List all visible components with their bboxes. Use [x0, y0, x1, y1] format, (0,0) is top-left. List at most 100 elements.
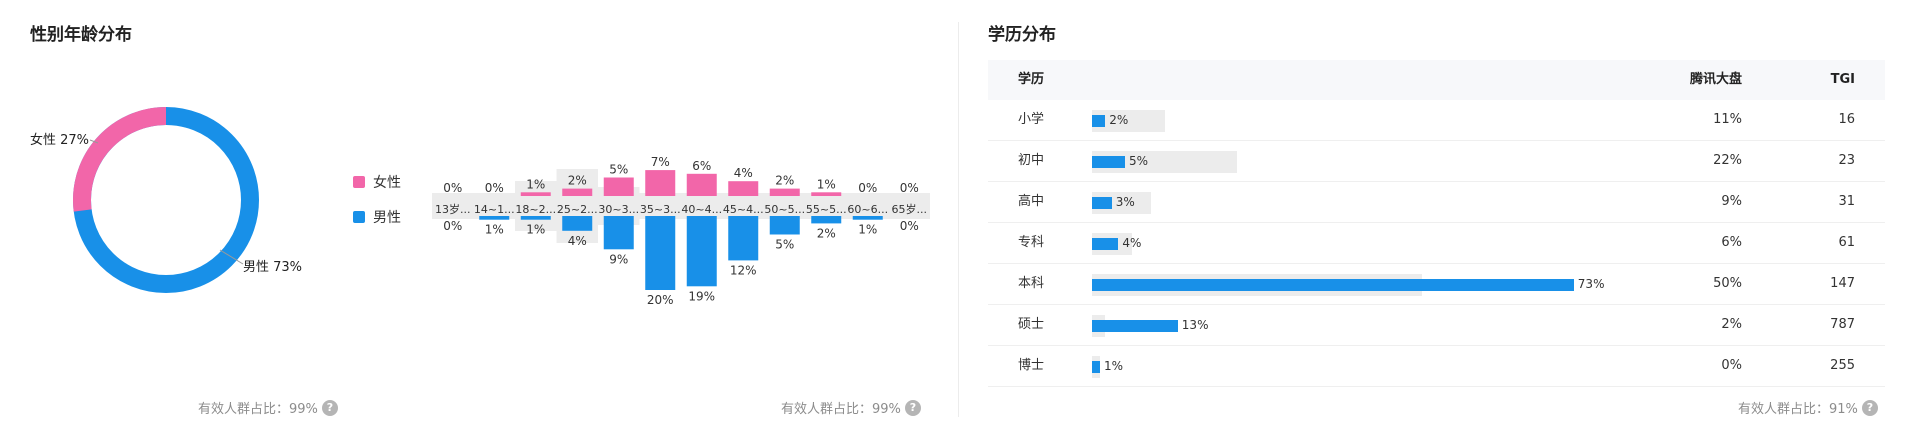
education-table-body: 小学 2% 11% 16 初中 5% 22% 23 高中 3% 9% 31 专科…: [988, 100, 1885, 387]
age-bar-female[interactable]: [686, 173, 717, 196]
age-bar-male[interactable]: [811, 216, 842, 224]
legend-item-male[interactable]: 男性: [353, 207, 401, 227]
education-name: 初中: [1018, 153, 1045, 168]
age-value-female: 0%: [485, 181, 504, 195]
age-value-female: 2%: [775, 174, 794, 188]
education-tgi: 147: [1830, 276, 1855, 291]
education-tgi: 16: [1838, 112, 1855, 127]
age-value-male: 4%: [568, 234, 587, 248]
age-value-male: 12%: [730, 263, 757, 277]
age-category-label: 35~3...: [640, 203, 681, 216]
age-value-male: 9%: [609, 252, 628, 266]
education-row[interactable]: 小学 2% 11% 16: [988, 100, 1885, 141]
education-tencent: 50%: [1713, 276, 1742, 291]
age-category-label: 65岁...: [892, 202, 928, 216]
age-bar-female[interactable]: [811, 192, 842, 196]
donut-leader-lines: [89, 139, 244, 265]
education-bar-value[interactable]: [1092, 156, 1125, 168]
question-circle-icon[interactable]: ?: [321, 399, 338, 416]
education-tencent: 0%: [1721, 358, 1742, 373]
legend-swatch-female: [353, 176, 365, 188]
age-value-male: 19%: [688, 289, 715, 303]
education-tencent: 6%: [1721, 235, 1742, 250]
age-bar-male[interactable]: [728, 216, 759, 261]
age-bar-female[interactable]: [728, 181, 759, 196]
education-bar-label: 3%: [1115, 195, 1135, 209]
age-value-female: 1%: [817, 177, 836, 191]
age-category-label: 60~6...: [847, 203, 888, 216]
education-panel: 学历分布 学历 腾讯大盘 TGI 小学 2% 11% 16 初中 5% 22% …: [958, 0, 1915, 432]
education-bar-value[interactable]: [1092, 361, 1100, 373]
legend-label-female: 女性: [373, 175, 401, 191]
header-education: 学历: [1018, 72, 1045, 87]
age-value-male: 2%: [817, 226, 836, 240]
age-value-male: 1%: [526, 223, 545, 237]
age-bar-male[interactable]: [562, 216, 593, 231]
age-bar-male[interactable]: [520, 216, 551, 220]
education-table: 学历 腾讯大盘 TGI 小学 2% 11% 16 初中 5% 22% 23 高中: [988, 60, 1885, 387]
education-footer: 有效人群占比：91% ?: [1738, 398, 1878, 417]
education-tencent: 9%: [1721, 194, 1742, 209]
age-category-label: 55~5...: [806, 203, 847, 216]
age-bar-female[interactable]: [645, 170, 676, 196]
education-name: 博士: [1018, 358, 1045, 373]
education-bar-cell: 2%: [1092, 100, 1692, 140]
age-value-male: 20%: [647, 293, 674, 307]
education-bar-cell: 73%: [1092, 264, 1692, 304]
education-bar-value[interactable]: [1092, 238, 1119, 250]
education-row[interactable]: 专科 4% 6% 61: [988, 223, 1885, 264]
age-bar-male[interactable]: [686, 216, 717, 287]
question-circle-icon[interactable]: ?: [904, 399, 921, 416]
age-footer: 有效人群占比：99% ?: [781, 398, 921, 417]
age-value-female: 4%: [734, 166, 753, 180]
education-row[interactable]: 高中 3% 9% 31: [988, 182, 1885, 223]
education-bar-label: 13%: [1181, 318, 1209, 332]
age-value-female: 0%: [900, 181, 919, 195]
education-row[interactable]: 初中 5% 22% 23: [988, 141, 1885, 182]
age-value-male: 1%: [485, 223, 504, 237]
age-category-label: 13岁...: [435, 202, 471, 216]
education-bar-value[interactable]: [1092, 320, 1178, 332]
gender-legend: 女性 男性: [353, 172, 401, 242]
age-value-female: 0%: [443, 181, 462, 195]
education-bar-label: 5%: [1129, 154, 1149, 168]
age-bar-female[interactable]: [769, 188, 800, 196]
age-value-male: 1%: [858, 223, 877, 237]
age-bar-male[interactable]: [603, 216, 634, 250]
age-bar-female[interactable]: [520, 192, 551, 196]
education-bar-value[interactable]: [1092, 279, 1574, 291]
age-footer-text: 有效人群占比：99%: [781, 402, 901, 417]
age-bar-female[interactable]: [562, 188, 593, 196]
age-bar-male[interactable]: [479, 216, 510, 220]
education-row[interactable]: 博士 1% 0% 255: [988, 346, 1885, 387]
education-bar-label: 4%: [1122, 236, 1142, 250]
age-value-male: 0%: [443, 219, 462, 233]
education-row[interactable]: 本科 73% 50% 147: [988, 264, 1885, 305]
question-circle-icon[interactable]: ?: [1861, 399, 1878, 416]
education-row[interactable]: 硕士 13% 2% 787: [988, 305, 1885, 346]
education-title: 学历分布: [988, 25, 1056, 45]
age-bar-male[interactable]: [769, 216, 800, 235]
age-category-label: 45~4...: [723, 203, 764, 216]
education-name: 硕士: [1018, 317, 1045, 332]
education-bar-value[interactable]: [1092, 115, 1106, 127]
age-value-female: 1%: [526, 177, 545, 191]
age-bar-male[interactable]: [645, 216, 676, 290]
legend-label-male: 男性: [373, 210, 401, 226]
age-value-male: 0%: [900, 219, 919, 233]
donut-footer-text: 有效人群占比：99%: [198, 402, 318, 417]
education-bar-value[interactable]: [1092, 197, 1112, 209]
education-table-header: 学历 腾讯大盘 TGI: [988, 60, 1885, 100]
age-bar-male[interactable]: [852, 216, 883, 220]
education-bar-cell: 3%: [1092, 182, 1692, 222]
age-distribution-chart: 13岁... 0% 0% 14~1... 0% 1% 18~2... 1% 1% 25~2... 2…: [432, 155, 930, 307]
header-tencent: 腾讯大盘: [1689, 72, 1742, 87]
age-category-label: 40~4...: [681, 203, 722, 216]
education-tgi: 61: [1838, 235, 1855, 250]
education-tgi: 255: [1830, 358, 1855, 373]
education-bar-cell: 1%: [1092, 346, 1692, 386]
legend-item-female[interactable]: 女性: [353, 172, 401, 192]
gender-age-panel: 性别年龄分布 女性 27% 男性 73% 女性 男性 13岁... 0% 0% 14~…: [0, 0, 958, 432]
age-bar-female[interactable]: [603, 177, 634, 197]
education-name: 本科: [1018, 276, 1045, 291]
